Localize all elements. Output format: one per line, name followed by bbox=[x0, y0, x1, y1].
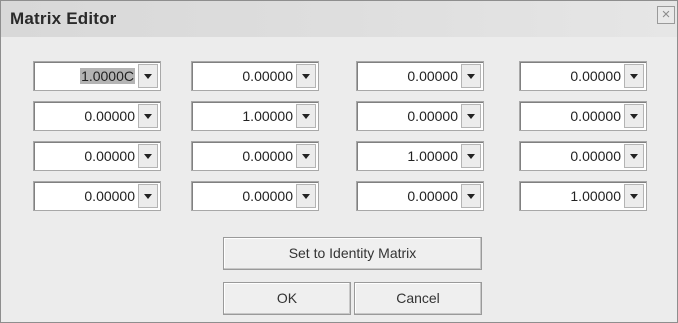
matrix-cell-r3c2[interactable]: 0.00000 bbox=[191, 141, 319, 171]
dropdown-button[interactable] bbox=[296, 144, 316, 168]
matrix-cell-value[interactable]: 0.00000 bbox=[84, 188, 135, 204]
matrix-cell-r3c3[interactable]: 1.00000 bbox=[356, 141, 484, 171]
chevron-down-icon bbox=[467, 194, 475, 199]
matrix-cell-value[interactable]: 0.00000 bbox=[407, 68, 458, 84]
dropdown-button[interactable] bbox=[461, 144, 481, 168]
matrix-cell-value[interactable]: 1.00000 bbox=[407, 148, 458, 164]
matrix-cell-r1c3[interactable]: 0.00000 bbox=[356, 61, 484, 91]
chevron-down-icon bbox=[144, 194, 152, 199]
set-identity-button[interactable]: Set to Identity Matrix bbox=[223, 237, 482, 270]
chevron-down-icon bbox=[144, 74, 152, 79]
ok-button[interactable]: OK bbox=[223, 282, 351, 315]
chevron-down-icon bbox=[630, 114, 638, 119]
matrix-cell-value[interactable]: 1.00000 bbox=[242, 108, 293, 124]
dropdown-button[interactable] bbox=[138, 144, 158, 168]
matrix-cell-value[interactable]: 0.00000 bbox=[84, 148, 135, 164]
dropdown-button[interactable] bbox=[461, 64, 481, 88]
close-icon: × bbox=[661, 6, 671, 23]
matrix-cell-r1c1[interactable]: 1.0000C bbox=[33, 61, 161, 91]
dropdown-button[interactable] bbox=[624, 184, 644, 208]
dropdown-button[interactable] bbox=[461, 104, 481, 128]
chevron-down-icon bbox=[467, 114, 475, 119]
matrix-cell-value[interactable]: 0.00000 bbox=[242, 188, 293, 204]
dropdown-button[interactable] bbox=[138, 104, 158, 128]
matrix-cell-value[interactable]: 0.00000 bbox=[84, 108, 135, 124]
matrix-cell-r1c4[interactable]: 0.00000 bbox=[519, 61, 647, 91]
chevron-down-icon bbox=[144, 114, 152, 119]
chevron-down-icon bbox=[467, 74, 475, 79]
matrix-editor-dialog: Matrix Editor × 1.0000C 0.00000 0.00000 0.0… bbox=[0, 0, 678, 323]
matrix-cell-value[interactable]: 1.00000 bbox=[570, 188, 621, 204]
dropdown-button[interactable] bbox=[624, 144, 644, 168]
matrix-cell-r4c2[interactable]: 0.00000 bbox=[191, 181, 319, 211]
dropdown-button[interactable] bbox=[296, 184, 316, 208]
cancel-button-label: Cancel bbox=[396, 290, 440, 306]
chevron-down-icon bbox=[467, 154, 475, 159]
ok-button-label: OK bbox=[276, 290, 298, 306]
matrix-cell-value[interactable]: 1.0000C bbox=[80, 68, 135, 84]
dropdown-button[interactable] bbox=[624, 104, 644, 128]
matrix-cell-r4c3[interactable]: 0.00000 bbox=[356, 181, 484, 211]
dialog-title: Matrix Editor bbox=[10, 9, 117, 28]
matrix-cell-value[interactable]: 0.00000 bbox=[570, 68, 621, 84]
matrix-cell-value[interactable]: 0.00000 bbox=[242, 68, 293, 84]
chevron-down-icon bbox=[630, 154, 638, 159]
chevron-down-icon bbox=[144, 154, 152, 159]
chevron-down-icon bbox=[630, 194, 638, 199]
chevron-down-icon bbox=[630, 74, 638, 79]
dropdown-button[interactable] bbox=[138, 64, 158, 88]
matrix-cell-value[interactable]: 0.00000 bbox=[570, 108, 621, 124]
matrix-cell-value[interactable]: 0.00000 bbox=[407, 188, 458, 204]
matrix-cell-r2c1[interactable]: 0.00000 bbox=[33, 101, 161, 131]
dialog-content: 1.0000C 0.00000 0.00000 0.00000 0.00000 1.000… bbox=[1, 37, 677, 322]
close-button[interactable]: × bbox=[657, 6, 675, 24]
matrix-cell-value[interactable]: 0.00000 bbox=[570, 148, 621, 164]
matrix-cell-r4c1[interactable]: 0.00000 bbox=[33, 181, 161, 211]
dropdown-button[interactable] bbox=[296, 64, 316, 88]
title-bar: Matrix Editor × bbox=[1, 1, 677, 37]
chevron-down-icon bbox=[302, 154, 310, 159]
matrix-cell-r3c1[interactable]: 0.00000 bbox=[33, 141, 161, 171]
chevron-down-icon bbox=[302, 114, 310, 119]
matrix-cell-r1c2[interactable]: 0.00000 bbox=[191, 61, 319, 91]
matrix-cell-r3c4[interactable]: 0.00000 bbox=[519, 141, 647, 171]
matrix-cell-r4c4[interactable]: 1.00000 bbox=[519, 181, 647, 211]
chevron-down-icon bbox=[302, 194, 310, 199]
matrix-cell-r2c2[interactable]: 1.00000 bbox=[191, 101, 319, 131]
set-identity-button-label: Set to Identity Matrix bbox=[288, 245, 417, 261]
matrix-cell-value[interactable]: 0.00000 bbox=[407, 108, 458, 124]
matrix-cell-value[interactable]: 0.00000 bbox=[242, 148, 293, 164]
dropdown-button[interactable] bbox=[624, 64, 644, 88]
matrix-cell-r2c3[interactable]: 0.00000 bbox=[356, 101, 484, 131]
matrix-cell-r2c4[interactable]: 0.00000 bbox=[519, 101, 647, 131]
dropdown-button[interactable] bbox=[138, 184, 158, 208]
dropdown-button[interactable] bbox=[461, 184, 481, 208]
dropdown-button[interactable] bbox=[296, 104, 316, 128]
chevron-down-icon bbox=[302, 74, 310, 79]
cancel-button[interactable]: Cancel bbox=[354, 282, 482, 315]
